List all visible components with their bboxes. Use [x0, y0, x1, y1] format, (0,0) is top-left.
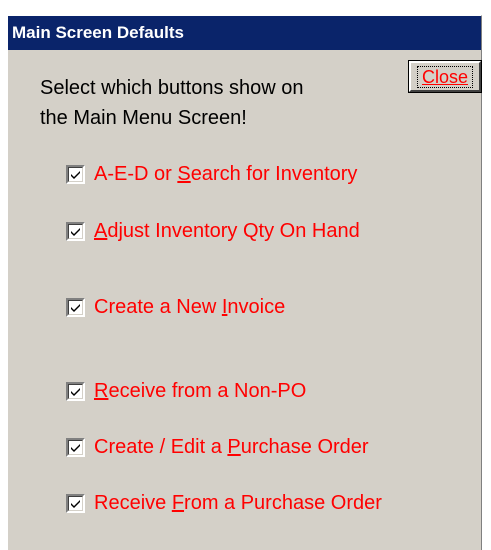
option-receive-purchase-order[interactable]: Receive From a Purchase Order [66, 492, 382, 514]
instructions-line-2: the Main Menu Screen! [40, 107, 247, 129]
option-label-search-inventory: A-E-D or Search for Inventory [94, 163, 358, 185]
check-mark-icon [71, 443, 80, 452]
check-mark-icon [71, 227, 80, 236]
window-title: Main Screen Defaults [8, 16, 481, 50]
check-mark-icon [71, 387, 80, 396]
option-purchase-order[interactable]: Create / Edit a Purchase Order [66, 436, 369, 458]
instructions-text: Select which buttons show on the Main Me… [40, 73, 304, 133]
option-search-inventory[interactable]: A-E-D or Search for Inventory [66, 163, 357, 185]
option-label-create-invoice: Create a New Invoice [94, 296, 286, 318]
option-receive-non-po[interactable]: Receive from a Non-PO [66, 380, 306, 402]
checkbox-receive-non-po[interactable] [66, 381, 85, 401]
checkbox-search-inventory[interactable] [66, 164, 85, 184]
option-label-receive-purchase-order: Receive From a Purchase Order [94, 492, 382, 514]
check-mark-icon [71, 170, 80, 179]
main-screen-defaults-window: Main Screen Defaults Select which button… [7, 15, 482, 550]
option-adjust-inventory[interactable]: Adjust Inventory Qty On Hand [66, 220, 360, 242]
option-label-adjust-inventory: Adjust Inventory Qty On Hand [94, 220, 360, 242]
checkbox-receive-purchase-order[interactable] [66, 493, 85, 513]
checkbox-adjust-inventory[interactable] [66, 221, 85, 241]
option-label-receive-non-po: Receive from a Non-PO [94, 380, 307, 402]
check-mark-icon [71, 303, 80, 312]
checkbox-purchase-order[interactable] [66, 437, 85, 457]
instructions-line-1: Select which buttons show on [40, 77, 304, 99]
close-button[interactable]: Close [408, 60, 482, 93]
checkbox-create-invoice[interactable] [66, 297, 85, 317]
option-label-purchase-order: Create / Edit a Purchase Order [94, 436, 369, 458]
close-button-label: Close [416, 65, 474, 88]
option-create-invoice[interactable]: Create a New Invoice [66, 296, 285, 318]
check-mark-icon [71, 499, 80, 508]
